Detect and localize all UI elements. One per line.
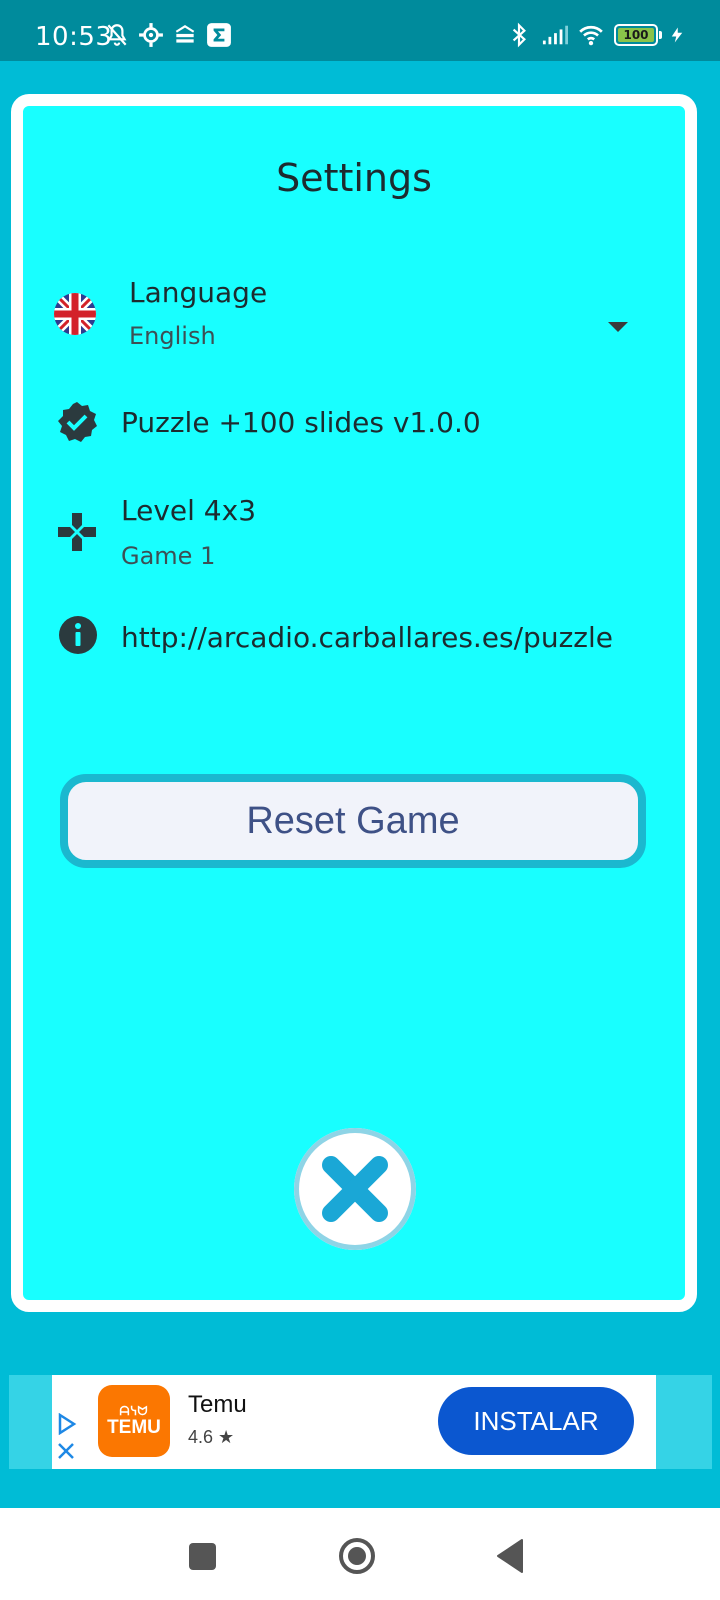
ad-app-name[interactable]: Temu [188,1391,247,1419]
wifi-icon [579,25,603,46]
verified-badge-icon [58,402,97,442]
temu-logo[interactable]: ᗩᓭᗢ TEMU [98,1385,170,1457]
reset-game-button[interactable]: Reset Game [60,774,646,868]
status-left-icons [104,22,232,48]
app-version-label: Puzzle +100 slides v1.0.0 [121,406,481,439]
website-url[interactable]: http://arcadio.carballares.es/puzzle [121,621,613,654]
temu-logo-text: TEMU [107,1417,161,1438]
settings-dialog: Settings Language English Puzzle +100 sl… [11,94,697,1312]
ad-close-icon[interactable] [56,1441,76,1461]
status-right-icons: 100 [506,22,686,48]
status-bar: 10:53 100 [0,0,720,61]
language-selector[interactable]: Language English [23,266,685,366]
battery-icon: 100 [614,24,662,46]
recent-apps-button[interactable] [189,1543,216,1570]
info-icon [59,616,97,654]
temu-logo-glyphs: ᗩᓭᗢ [119,1404,149,1418]
language-label: Language [129,276,268,309]
sigma-app-icon [207,23,231,47]
ad-choices-icon[interactable] [56,1413,78,1435]
dropdown-arrow-icon[interactable] [608,322,628,332]
bell-off-icon [107,24,127,46]
level-label: Level 4x3 [121,494,257,527]
settings-title: Settings [276,156,432,200]
uk-flag-icon [54,293,96,335]
bluetooth-icon [512,22,526,48]
language-value: English [129,322,216,350]
signal-strength-icon [542,25,568,45]
sim-card-icon [175,25,195,43]
status-time: 10:53 [35,22,113,52]
close-button[interactable] [294,1128,416,1250]
home-button[interactable] [338,1537,376,1575]
battery-level: 100 [618,28,654,42]
level-row: Level 4x3 Game 1 [23,476,685,576]
battery-tip [659,31,662,39]
ad-rating: 4.6 ★ [188,1427,235,1447]
app-version-row: Puzzle +100 slides v1.0.0 [23,386,685,456]
ad-banner: ᗩᓭᗢ TEMU Temu 4.6 ★ INSTALAR [9,1375,712,1469]
website-link-row[interactable]: http://arcadio.carballares.es/puzzle [23,601,685,671]
gamepad-icon [58,513,96,551]
ad-content[interactable]: ᗩᓭᗢ TEMU Temu 4.6 ★ INSTALAR [52,1375,656,1469]
close-icon [322,1156,388,1222]
navigation-bar [0,1508,720,1600]
level-subtitle: Game 1 [121,542,216,570]
back-button[interactable] [496,1538,524,1574]
charging-bolt-icon [671,27,683,43]
install-button[interactable]: INSTALAR [438,1387,634,1455]
settings-gear-icon [139,23,163,47]
